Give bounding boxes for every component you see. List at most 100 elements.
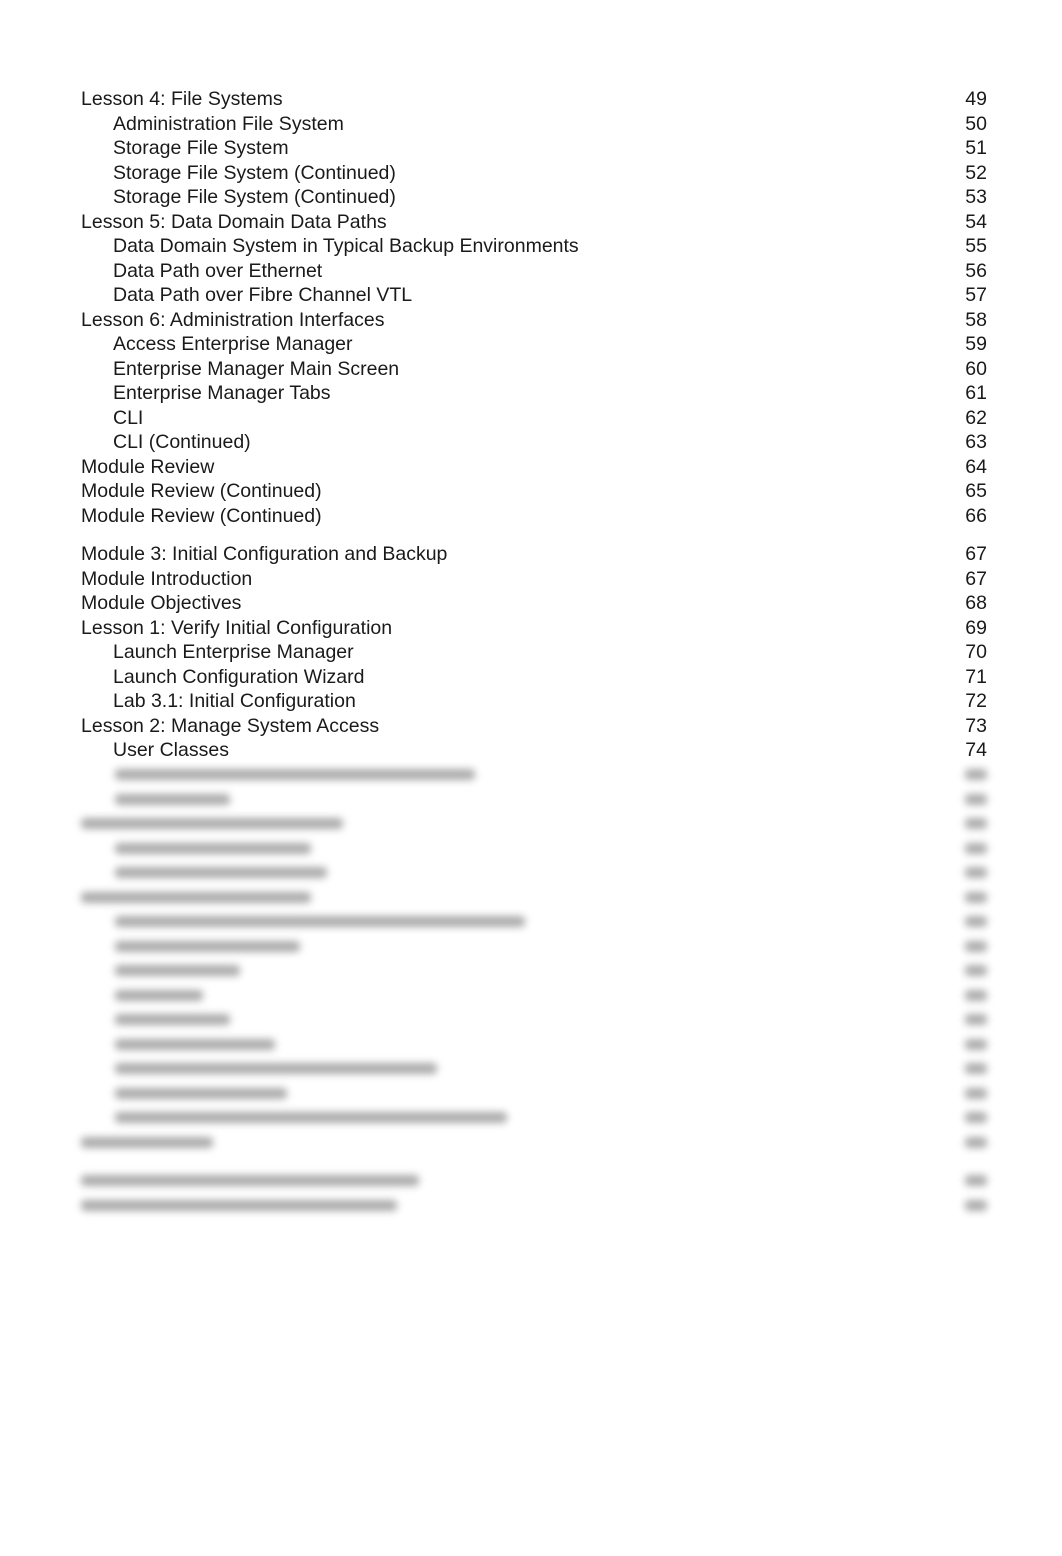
toc-subentry: Access Enterprise Manager 59 xyxy=(81,332,987,357)
toc-page-number: 62 xyxy=(965,406,987,429)
toc-entry-title: Enterprise Manager Tabs xyxy=(113,382,331,404)
toc-page-number: 50 xyxy=(965,112,987,135)
toc-entry: Lesson 2: Manage System Access 73 xyxy=(81,714,987,739)
toc-page-number: 61 xyxy=(965,382,987,404)
toc-section-module-3: Module 3: Initial Configuration and Back… xyxy=(81,542,987,763)
toc-entry: Module Objectives 68 xyxy=(81,591,987,616)
toc-page-number: 56 xyxy=(965,259,987,282)
toc-subentry: Enterprise Manager Main Screen 60 xyxy=(81,357,987,382)
toc-entry-title: Data Path over Ethernet xyxy=(113,259,323,282)
toc-entry-title: Data Path over Fibre Channel VTL xyxy=(113,284,413,306)
toc-entry-title: Access Enterprise Manager xyxy=(113,333,353,355)
toc-subentry: Lab 3.1: Initial Configuration 72 xyxy=(81,689,987,714)
toc-page-number: 72 xyxy=(965,690,987,712)
toc-subentry: Storage File System (Continued) 53 xyxy=(81,185,987,210)
toc-page-number: 65 xyxy=(965,480,987,502)
toc-entry-title: Module 3: Initial Configuration and Back… xyxy=(81,543,448,565)
toc-entry-title: Storage File System (Continued) xyxy=(113,186,396,208)
obscured-entry xyxy=(81,934,987,959)
toc-page-number: 57 xyxy=(965,284,987,306)
toc-entry: Lesson 5: Data Domain Data Paths 54 xyxy=(81,210,987,235)
toc-entry-title: Lesson 5: Data Domain Data Paths xyxy=(81,210,387,233)
toc-subentry: Enterprise Manager Tabs 61 xyxy=(81,381,987,406)
toc-page-number: 52 xyxy=(965,161,987,184)
toc-entry-title: Lab 3.1: Initial Configuration xyxy=(113,690,356,712)
toc-entry-title: Module Review xyxy=(81,455,215,478)
obscured-toc-entries xyxy=(81,763,987,1218)
toc-subentry: CLI (Continued) 63 xyxy=(81,430,987,455)
toc-entry-title: CLI (Continued) xyxy=(113,431,251,453)
toc-entry-title: Lesson 1: Verify Initial Configuration xyxy=(81,616,393,639)
toc-entry-title: Launch Enterprise Manager xyxy=(113,641,354,663)
toc-page-number: 49 xyxy=(965,88,987,110)
obscured-entry xyxy=(81,1008,987,1033)
obscured-entry xyxy=(81,1130,987,1155)
table-of-contents: Lesson 4: File Systems 49 Administration F… xyxy=(81,87,987,1218)
toc-page-number: 66 xyxy=(965,504,987,527)
toc-entry-title: Module Review (Continued) xyxy=(81,480,322,502)
toc-entry-title: Storage File System (Continued) xyxy=(113,161,396,184)
toc-subentry: Storage File System (Continued) 52 xyxy=(81,161,987,186)
obscured-entry xyxy=(81,983,987,1008)
toc-page-number: 71 xyxy=(965,665,987,688)
obscured-entry xyxy=(81,1081,987,1106)
toc-page-number: 51 xyxy=(965,137,987,159)
toc-subentry: Data Domain System in Typical Backup Env… xyxy=(81,234,987,259)
toc-entry: Lesson 4: File Systems 49 xyxy=(81,87,987,112)
toc-entry: Module Review (Continued) 65 xyxy=(81,479,987,504)
toc-subentry: CLI 62 xyxy=(81,406,987,431)
toc-entry-title: Lesson 2: Manage System Access xyxy=(81,714,380,737)
toc-entry-title: Storage File System xyxy=(113,137,289,159)
obscured-entry xyxy=(81,1169,987,1194)
toc-entry-title: Administration File System xyxy=(113,112,344,135)
toc-page-number: 54 xyxy=(965,210,987,233)
toc-entry: Module Review (Continued) 66 xyxy=(81,504,987,529)
toc-page-number: 70 xyxy=(965,641,987,663)
toc-entry: Lesson 1: Verify Initial Configuration 69 xyxy=(81,616,987,641)
obscured-entry xyxy=(81,836,987,861)
obscured-entry xyxy=(81,1106,987,1131)
toc-entry-title: Launch Configuration Wizard xyxy=(113,665,365,688)
toc-subentry: Launch Enterprise Manager 70 xyxy=(81,640,987,665)
obscured-entry xyxy=(81,1193,987,1218)
toc-page-number: 64 xyxy=(965,455,987,478)
toc-page-number: 67 xyxy=(965,567,987,590)
toc-entry: Lesson 6: Administration Interfaces 58 xyxy=(81,308,987,333)
toc-entry-title: Module Introduction xyxy=(81,567,253,590)
toc-subentry: Launch Configuration Wizard 71 xyxy=(81,665,987,690)
toc-entry: Module 3: Initial Configuration and Back… xyxy=(81,542,987,567)
obscured-entry xyxy=(81,1032,987,1057)
toc-subentry: Administration File System 50 xyxy=(81,112,987,137)
toc-page-number: 59 xyxy=(965,333,987,355)
obscured-entry xyxy=(81,1057,987,1082)
obscured-entry xyxy=(81,959,987,984)
toc-page-number: 69 xyxy=(965,616,987,639)
toc-section-module-2: Lesson 4: File Systems 49 Administration F… xyxy=(81,87,987,528)
toc-entry-title: Module Objectives xyxy=(81,592,242,614)
toc-entry-title: Lesson 4: File Systems xyxy=(81,88,283,110)
toc-page-number: 67 xyxy=(965,543,987,565)
toc-entry: Module Introduction 67 xyxy=(81,567,987,592)
obscured-entry xyxy=(81,763,987,788)
obscured-entry xyxy=(81,910,987,935)
obscured-entry xyxy=(81,812,987,837)
toc-subentry: User Classes 74 xyxy=(81,738,987,763)
toc-page-number: 68 xyxy=(965,592,987,614)
obscured-entry xyxy=(81,885,987,910)
toc-page-number: 58 xyxy=(965,308,987,331)
toc-entry-title: User Classes xyxy=(113,739,229,761)
toc-page-number: 73 xyxy=(965,714,987,737)
obscured-entry xyxy=(81,861,987,886)
toc-page-number: 63 xyxy=(965,431,987,453)
toc-entry-title: Enterprise Manager Main Screen xyxy=(113,357,400,380)
toc-entry-title: Lesson 6: Administration Interfaces xyxy=(81,308,385,331)
toc-page-number: 53 xyxy=(965,186,987,208)
toc-entry-title: Data Domain System in Typical Backup Env… xyxy=(113,235,579,257)
toc-subentry: Data Path over Fibre Channel VTL 57 xyxy=(81,283,987,308)
toc-subentry: Data Path over Ethernet 56 xyxy=(81,259,987,284)
toc-entry-title: Module Review (Continued) xyxy=(81,504,322,527)
obscured-entry xyxy=(81,787,987,812)
toc-entry-title: CLI xyxy=(113,406,144,429)
toc-entry: Module Review 64 xyxy=(81,455,987,480)
